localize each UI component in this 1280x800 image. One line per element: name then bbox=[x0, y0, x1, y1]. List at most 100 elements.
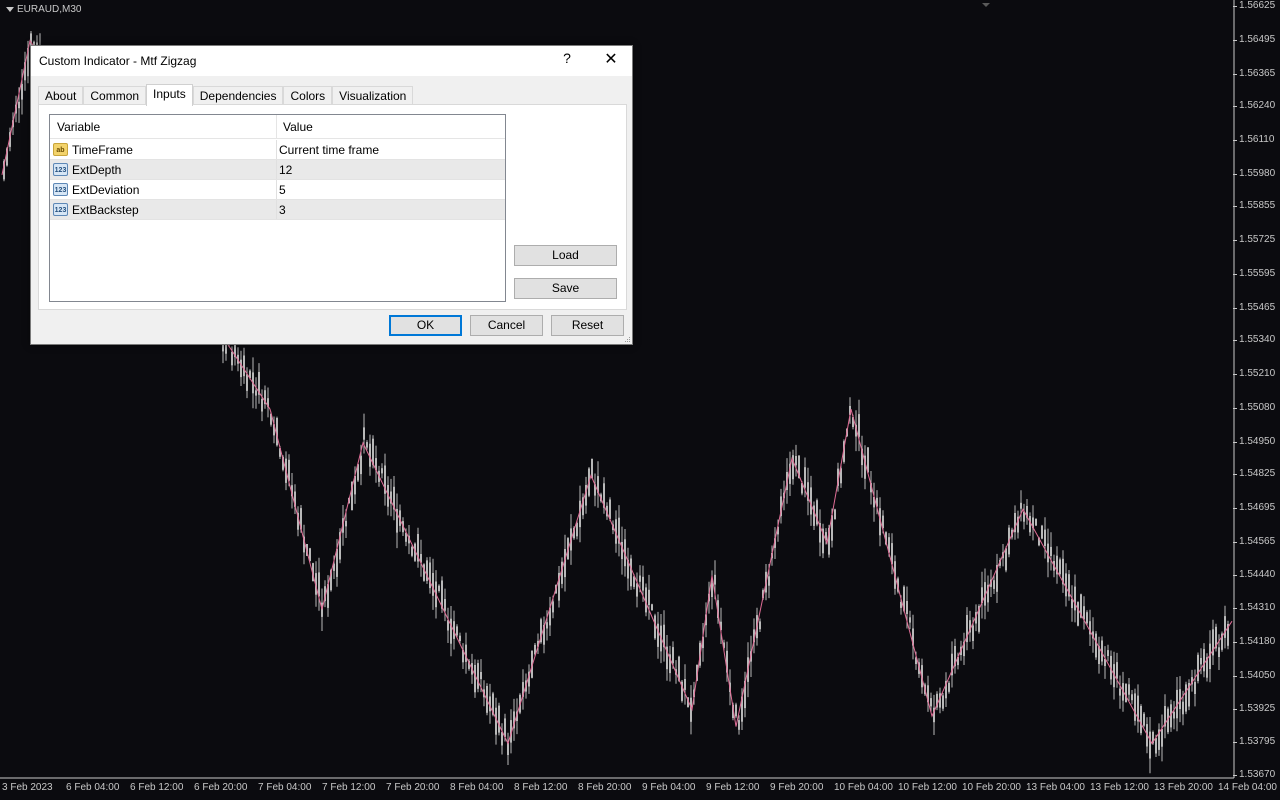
price-tick-label: 1.56110 bbox=[1232, 134, 1275, 146]
variable-name: ExtDepth bbox=[72, 163, 122, 177]
candle-body bbox=[651, 604, 653, 611]
tab-inputs[interactable]: Inputs bbox=[146, 84, 193, 106]
variable-value[interactable]: 12 bbox=[279, 160, 292, 180]
candle-body bbox=[456, 626, 458, 636]
candle-body bbox=[1005, 548, 1007, 571]
price-tick-label: 1.54565 bbox=[1232, 536, 1276, 548]
time-tick-label: 8 Feb 04:00 bbox=[450, 782, 504, 793]
candle-body bbox=[906, 601, 908, 614]
time-tick-label: 9 Feb 04:00 bbox=[642, 782, 696, 793]
candle-body bbox=[768, 576, 770, 586]
candle-body bbox=[714, 574, 716, 585]
candle-body bbox=[366, 442, 368, 448]
candle-body bbox=[459, 635, 461, 641]
reset-button[interactable]: Reset bbox=[551, 315, 624, 336]
dropdown-triangle-icon[interactable] bbox=[6, 7, 14, 12]
price-tick-label: 1.53670 bbox=[1232, 769, 1276, 780]
variable-name: TimeFrame bbox=[72, 143, 133, 157]
candle-body bbox=[948, 682, 950, 692]
time-tick-label: 6 Feb 20:00 bbox=[194, 782, 248, 793]
candle-body bbox=[243, 355, 245, 377]
cell-divider bbox=[276, 200, 277, 220]
grid-header: Variable Value bbox=[50, 115, 505, 139]
dialog-titlebar[interactable]: Custom Indicator - Mtf Zigzag ? ✕ bbox=[31, 46, 632, 76]
variable-value[interactable]: 5 bbox=[279, 180, 286, 200]
candle-body bbox=[447, 620, 449, 631]
candle-body bbox=[504, 718, 506, 737]
price-tick-label: 1.54695 bbox=[1232, 502, 1276, 514]
table-row[interactable]: 123 ExtBackstep 3 bbox=[50, 200, 505, 220]
inputs-grid[interactable]: Variable Value ab TimeFrame Current time… bbox=[49, 114, 506, 302]
price-tick-label: 1.54825 bbox=[1232, 468, 1276, 480]
candle-body bbox=[1149, 731, 1151, 759]
candle-body bbox=[21, 84, 23, 100]
ok-button[interactable]: OK bbox=[389, 315, 462, 336]
candle-body bbox=[636, 583, 638, 597]
custom-indicator-dialog: Custom Indicator - Mtf Zigzag ? ✕ About … bbox=[30, 45, 633, 345]
candle-body bbox=[648, 589, 650, 605]
tab-visualization[interactable]: Visualization bbox=[332, 86, 414, 106]
candle-body bbox=[1128, 684, 1130, 695]
candle-body bbox=[834, 509, 836, 520]
candle-body bbox=[657, 623, 659, 647]
price-tick-label: 1.54310 bbox=[1232, 602, 1276, 614]
candle-body bbox=[288, 459, 290, 481]
column-header-value[interactable]: Value bbox=[276, 115, 313, 139]
integer-icon: 123 bbox=[53, 203, 68, 216]
candle-body bbox=[444, 599, 446, 611]
candle-body bbox=[477, 663, 479, 689]
candle-body bbox=[738, 720, 740, 730]
tab-colors[interactable]: Colors bbox=[283, 86, 333, 106]
candle-body bbox=[576, 522, 578, 537]
save-button[interactable]: Save bbox=[514, 278, 617, 299]
table-row[interactable]: ab TimeFrame Current time frame bbox=[50, 140, 505, 160]
candle-body bbox=[909, 617, 911, 623]
tab-strip: About Common Inputs Dependencies Colors … bbox=[38, 84, 414, 106]
column-header-variable[interactable]: Variable bbox=[50, 115, 100, 139]
variable-value[interactable]: Current time frame bbox=[279, 140, 379, 160]
variable-value[interactable]: 3 bbox=[279, 200, 286, 220]
candle-body bbox=[240, 359, 242, 378]
candle-body bbox=[261, 399, 263, 412]
candle-body bbox=[1095, 633, 1097, 658]
time-tick-label: 10 Feb 20:00 bbox=[962, 782, 1021, 793]
price-tick-label: 1.56495 bbox=[1232, 33, 1276, 45]
candle-body bbox=[972, 625, 974, 641]
candle-body bbox=[759, 621, 761, 630]
cancel-button[interactable]: Cancel bbox=[470, 315, 543, 336]
candle-body bbox=[1224, 616, 1226, 638]
candle-body bbox=[1197, 654, 1199, 682]
resize-grip-icon[interactable] bbox=[623, 335, 631, 343]
help-button[interactable]: ? bbox=[559, 50, 575, 70]
candle-body bbox=[1086, 612, 1088, 624]
price-tick-label: 1.55725 bbox=[1232, 234, 1276, 246]
candle-body bbox=[1125, 683, 1127, 703]
load-button[interactable]: Load bbox=[514, 245, 617, 266]
symbol-timeframe-label[interactable]: EURAUD,M30 bbox=[6, 4, 81, 15]
table-row[interactable]: 123 ExtDepth 12 bbox=[50, 160, 505, 180]
price-tick-label: 1.55340 bbox=[1232, 334, 1276, 346]
cell-divider bbox=[276, 180, 277, 200]
time-tick-label: 13 Feb 20:00 bbox=[1154, 782, 1213, 793]
row-border bbox=[50, 219, 505, 220]
tab-common[interactable]: Common bbox=[83, 86, 147, 106]
candle-body bbox=[804, 467, 806, 488]
integer-icon: 123 bbox=[53, 163, 68, 176]
candle-body bbox=[480, 672, 482, 680]
string-icon: ab bbox=[53, 143, 68, 156]
candle-body bbox=[645, 587, 647, 613]
close-button[interactable]: ✕ bbox=[601, 50, 621, 70]
candle-body bbox=[1143, 713, 1145, 726]
table-row[interactable]: 123 ExtDeviation 5 bbox=[50, 180, 505, 200]
candle-body bbox=[1131, 694, 1133, 701]
tab-dependencies[interactable]: Dependencies bbox=[192, 86, 284, 106]
tab-about[interactable]: About bbox=[38, 86, 84, 106]
candle-body bbox=[411, 546, 413, 556]
candle-body bbox=[735, 704, 737, 717]
candle-body bbox=[993, 580, 995, 589]
candle-body bbox=[1182, 701, 1184, 715]
symbol-label: EURAUD,M30 bbox=[17, 4, 82, 15]
time-tick-label: 8 Feb 12:00 bbox=[514, 782, 568, 793]
candle-body bbox=[360, 455, 362, 475]
candle-body bbox=[546, 622, 548, 629]
